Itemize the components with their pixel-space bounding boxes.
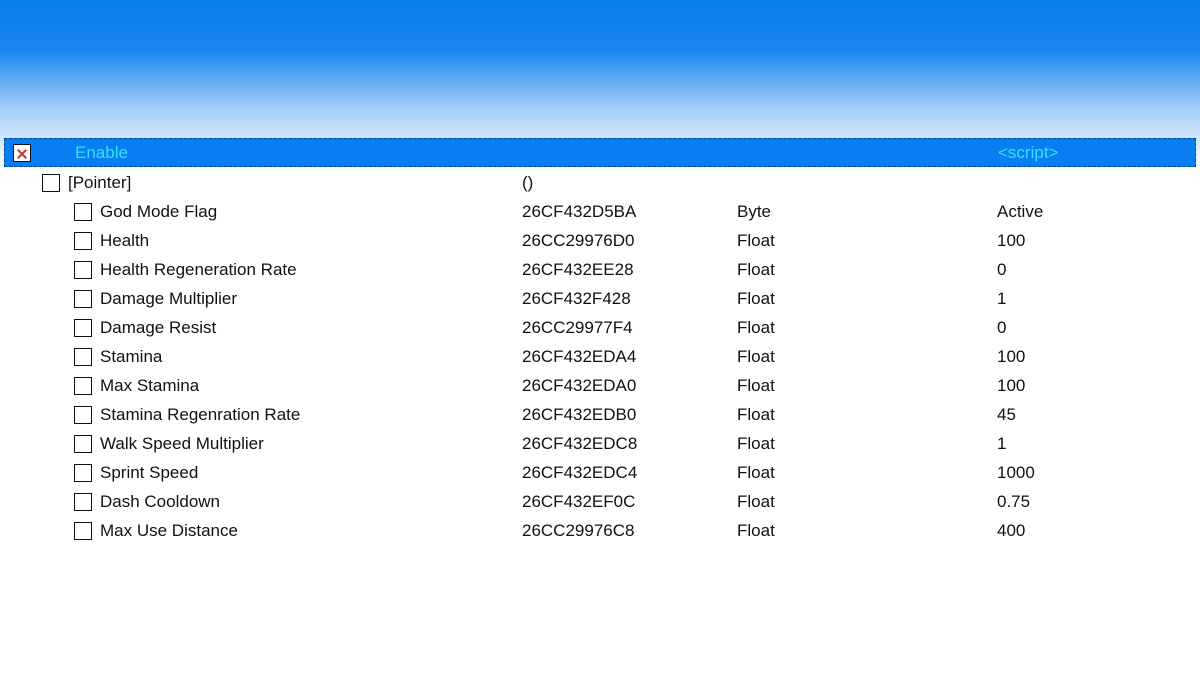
table-row[interactable]: Max Stamina 26CF432EDA0Float100 [4,371,1196,400]
table-row[interactable]: Dash Cooldown 26CF432EF0CFloat0.75 [4,487,1196,516]
entry-address[interactable]: 26CF432D5BA [522,202,737,222]
entry-label: Max Stamina [100,376,199,396]
entry-label: Stamina [100,347,162,367]
pointer-address[interactable]: () [522,173,737,193]
entry-address[interactable]: 26CF432EE28 [522,260,737,280]
entry-checkbox[interactable] [74,232,92,250]
table-row[interactable]: Sprint Speed 26CF432EDC4Float1000 [4,458,1196,487]
entry-type[interactable]: Float [737,521,997,541]
entry-value[interactable]: 1 [997,434,1196,454]
entry-address[interactable]: 26CF432EDA0 [522,376,737,396]
entry-type[interactable]: Byte [737,202,997,222]
entry-label: Damage Multiplier [100,289,237,309]
entry-label: Damage Resist [100,318,216,338]
entry-type[interactable]: Float [737,434,997,454]
entry-value[interactable]: 1000 [997,463,1196,483]
table-row[interactable]: Stamina Regenration Rate 26CF432EDB0Float… [4,400,1196,429]
entry-checkbox[interactable] [74,377,92,395]
entry-type[interactable]: Float [737,318,997,338]
entry-label: Health Regeneration Rate [100,260,297,280]
pointer-checkbox[interactable] [42,174,60,192]
cheat-table: Enable <script> [Pointer] () God Mode Fl… [4,138,1196,551]
entry-checkbox[interactable] [74,290,92,308]
entry-value[interactable]: Active [997,202,1196,222]
entry-type[interactable]: Float [737,376,997,396]
table-row[interactable]: God Mode Flag 26CF432D5BAByteActive [4,197,1196,226]
entry-checkbox[interactable] [74,435,92,453]
entry-label: Walk Speed Multiplier [100,434,264,454]
entry-label: Health [100,231,149,251]
enable-script-label: <script> [998,143,1195,163]
pointer-row[interactable]: [Pointer] () [4,168,1196,197]
entry-address[interactable]: 26CF432EDC8 [522,434,737,454]
entry-address[interactable]: 26CC29977F4 [522,318,737,338]
table-row[interactable]: Walk Speed Multiplier 26CF432EDC8Float1 [4,429,1196,458]
table-body: [Pointer] () God Mode Flag 26CF432D5BAByt… [4,167,1196,551]
entry-type[interactable]: Float [737,260,997,280]
entry-checkbox[interactable] [74,261,92,279]
entry-label: Stamina Regenration Rate [100,405,300,425]
entry-address[interactable]: 26CC29976C8 [522,521,737,541]
table-row[interactable]: Max Use Distance 26CC29976C8Float400 [4,516,1196,545]
entry-value[interactable]: 45 [997,405,1196,425]
entry-type[interactable]: Float [737,463,997,483]
entry-checkbox[interactable] [74,406,92,424]
entry-value[interactable]: 0.75 [997,492,1196,512]
pointer-label: [Pointer] [68,173,131,193]
entry-address[interactable]: 26CC29976D0 [522,231,737,251]
entry-value[interactable]: 400 [997,521,1196,541]
entry-value[interactable]: 0 [997,260,1196,280]
entry-label: Max Use Distance [100,521,238,541]
entry-checkbox[interactable] [74,203,92,221]
entry-type[interactable]: Float [737,492,997,512]
entry-label: Sprint Speed [100,463,198,483]
enable-label: Enable [75,143,128,163]
entry-address[interactable]: 26CF432EDA4 [522,347,737,367]
entry-address[interactable]: 26CF432EF0C [522,492,737,512]
entry-type[interactable]: Float [737,231,997,251]
entry-checkbox[interactable] [74,522,92,540]
table-row[interactable]: Stamina 26CF432EDA4Float100 [4,342,1196,371]
entry-value[interactable]: 1 [997,289,1196,309]
table-row[interactable]: Damage Multiplier 26CF432F428Float1 [4,284,1196,313]
entry-address[interactable]: 26CF432EDC4 [522,463,737,483]
enable-row[interactable]: Enable <script> [4,138,1196,167]
entry-value[interactable]: 100 [997,376,1196,396]
table-row[interactable]: Damage Resist 26CC29977F4Float0 [4,313,1196,342]
entry-label: Dash Cooldown [100,492,220,512]
entry-value[interactable]: 100 [997,231,1196,251]
entry-value[interactable]: 0 [997,318,1196,338]
entry-address[interactable]: 26CF432EDB0 [522,405,737,425]
table-row[interactable]: Health 26CC29976D0Float100 [4,226,1196,255]
entry-type[interactable]: Float [737,289,997,309]
entry-type[interactable]: Float [737,347,997,367]
enable-checkbox[interactable] [13,144,31,162]
entry-label: God Mode Flag [100,202,217,222]
table-row[interactable]: Health Regeneration Rate 26CF432EE28Float… [4,255,1196,284]
entry-checkbox[interactable] [74,464,92,482]
entry-address[interactable]: 26CF432F428 [522,289,737,309]
entry-checkbox[interactable] [74,319,92,337]
entry-checkbox[interactable] [74,348,92,366]
entry-checkbox[interactable] [74,493,92,511]
entry-value[interactable]: 100 [997,347,1196,367]
entry-type[interactable]: Float [737,405,997,425]
